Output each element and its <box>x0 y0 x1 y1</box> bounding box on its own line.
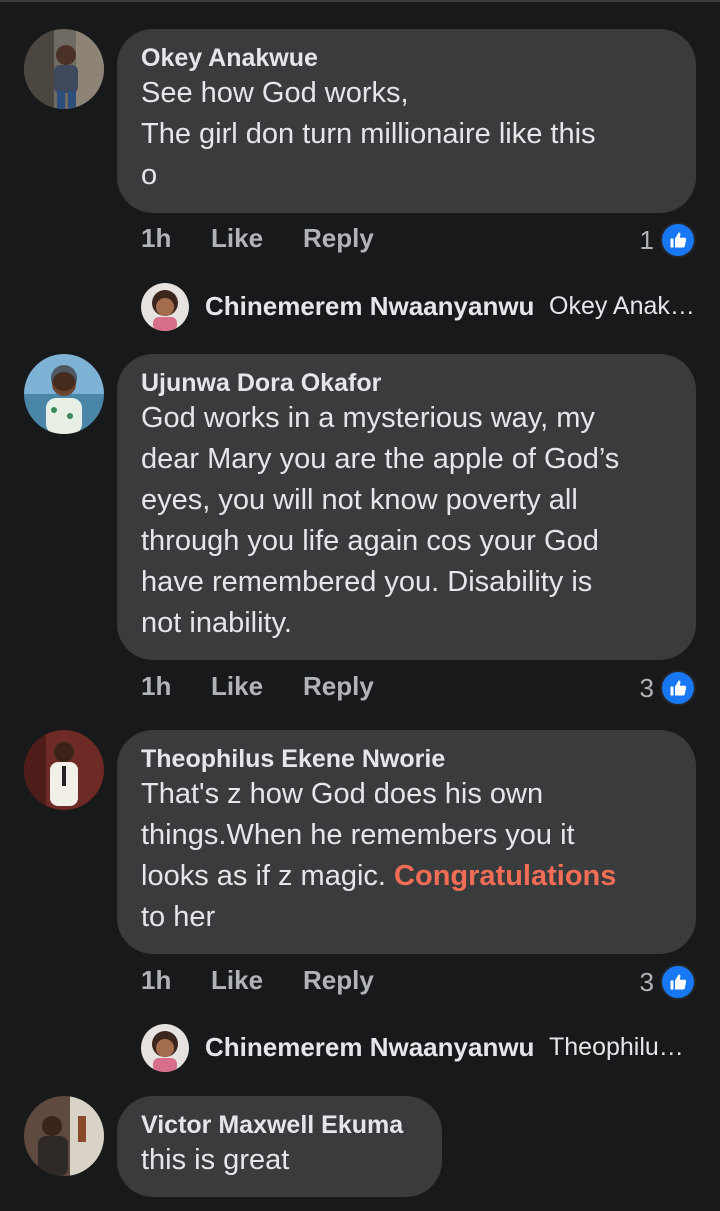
reaction-summary[interactable]: 1 <box>640 222 696 258</box>
like-reaction-icon <box>660 964 696 1000</box>
comment-line: to her <box>141 901 216 933</box>
reply-button[interactable]: Reply <box>303 965 374 996</box>
comment-text: God works in a mysterious way, my dear M… <box>141 398 672 644</box>
avatar-chinemerem <box>141 1024 189 1072</box>
comment-line: dear Mary you are the apple of God’s <box>141 443 620 475</box>
reaction-summary[interactable]: 3 <box>640 670 696 706</box>
comment-bubble: Ujunwa Dora Okafor God works in a myster… <box>117 354 696 660</box>
reaction-count: 3 <box>639 966 654 997</box>
like-button[interactable]: Like <box>211 671 263 702</box>
comment-line: things.When he remembers you it <box>141 819 575 851</box>
comment-line: looks as if z magic. Congratulations <box>141 856 672 897</box>
comment-text: That's z how God does his own things.Whe… <box>141 774 672 938</box>
timestamp[interactable]: 1h <box>141 223 171 254</box>
comment-line: through you life again cos your God <box>141 525 599 557</box>
comment-bubble: Victor Maxwell Ekuma this is great <box>117 1096 442 1197</box>
comment-bubble: Theophilus Ekene Nworie That's z how God… <box>117 730 696 954</box>
avatar-ujunwa-dora-okafor[interactable] <box>24 354 104 434</box>
timestamp[interactable]: 1h <box>141 965 171 996</box>
avatar-okey-anakwue[interactable] <box>24 29 104 109</box>
reply-preview[interactable]: Chinemerem Nwaanyanwu Okey Anak… <box>141 283 695 331</box>
reply-button[interactable]: Reply <box>303 671 374 702</box>
comment-line: this is great <box>141 1144 290 1176</box>
reply-snippet: Okey Anak… <box>549 292 695 320</box>
congratulations-highlight[interactable]: Congratulations <box>394 860 616 892</box>
avatar-victor-maxwell-ekuma[interactable] <box>24 1096 104 1176</box>
comment-line: not inability. <box>141 607 292 639</box>
comment-author[interactable]: Victor Maxwell Ekuma <box>141 1110 418 1140</box>
comment-line: have remembered you. Disability is <box>141 566 593 598</box>
reaction-count: 3 <box>639 672 654 703</box>
comment-actions: 1h Like Reply <box>141 671 696 707</box>
like-reaction-icon <box>660 222 696 258</box>
timestamp[interactable]: 1h <box>141 671 171 702</box>
reaction-count: 1 <box>639 224 654 255</box>
like-button[interactable]: Like <box>211 223 263 254</box>
comment-line: The girl don turn millionaire like this <box>141 118 596 150</box>
comment-actions: 1h Like Reply <box>141 965 696 1001</box>
comment-author[interactable]: Ujunwa Dora Okafor <box>141 368 672 398</box>
comment-line-prefix: looks as if z magic. <box>141 860 386 892</box>
avatar-theophilus-ekene-nworie[interactable] <box>24 730 104 810</box>
comment-author[interactable]: Theophilus Ekene Nworie <box>141 744 672 774</box>
comment-bubble: Okey Anakwue See how God works, The girl… <box>117 29 696 213</box>
reply-author[interactable]: Chinemerem Nwaanyanwu <box>205 1032 534 1063</box>
like-button[interactable]: Like <box>211 965 263 996</box>
comment-line: eyes, you will not know poverty all <box>141 484 578 516</box>
reaction-summary[interactable]: 3 <box>640 964 696 1000</box>
avatar-chinemerem <box>141 283 189 331</box>
comment-line: God works in a mysterious way, my <box>141 402 595 434</box>
comment-text: this is great <box>141 1140 418 1181</box>
comment-line: o <box>141 159 158 191</box>
comment-line: That's z how God does his own <box>141 778 544 810</box>
like-reaction-icon <box>660 670 696 706</box>
reply-author[interactable]: Chinemerem Nwaanyanwu <box>205 291 534 322</box>
comment-text: See how God works, The girl don turn mil… <box>141 73 672 196</box>
reply-button[interactable]: Reply <box>303 223 374 254</box>
reply-snippet: Theophilu… <box>549 1033 684 1061</box>
comment-line: See how God works, <box>141 77 409 109</box>
comment-author[interactable]: Okey Anakwue <box>141 43 672 73</box>
top-divider <box>0 0 720 2</box>
comment-actions: 1h Like Reply <box>141 223 696 259</box>
reply-preview[interactable]: Chinemerem Nwaanyanwu Theophilu… <box>141 1024 691 1072</box>
